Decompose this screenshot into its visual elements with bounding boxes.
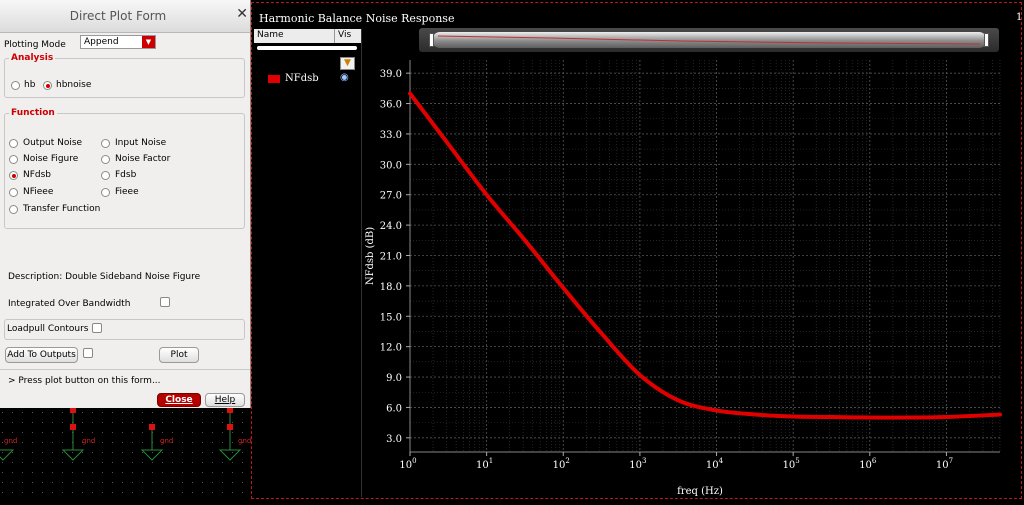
nfdsb-chart[interactable]: 3.0 6.0 9.0 12.0 15.0 18.0 21.0 24.0 27.0 30.0 33.… <box>0 0 1024 501</box>
data-point[interactable] <box>791 415 795 419</box>
y-tick-label: 15.0 <box>380 312 402 323</box>
x-tick-label: 100 <box>399 457 416 471</box>
x-tick-base: 10 <box>399 460 412 471</box>
y-tick-label: 21.0 <box>380 251 402 262</box>
data-point[interactable] <box>829 415 833 419</box>
data-point[interactable] <box>638 373 642 377</box>
data-point[interactable] <box>998 413 1002 417</box>
data-point[interactable] <box>408 91 412 95</box>
x-tick-exponent: 3 <box>642 457 646 465</box>
x-tick-exponent: 4 <box>719 457 724 465</box>
y-tick-label: 3.0 <box>386 434 402 445</box>
data-point[interactable] <box>906 416 910 420</box>
x-tick-label: 103 <box>629 457 646 471</box>
x-tick-label: 102 <box>553 457 570 471</box>
x-tick-label: 101 <box>476 457 493 471</box>
x-tick-base: 10 <box>936 460 949 471</box>
y-tick-label: 9.0 <box>386 373 402 384</box>
x-tick-label: 106 <box>859 457 877 471</box>
y-tick-label: 36.0 <box>380 100 402 111</box>
x-tick-base: 10 <box>783 460 796 471</box>
x-tick-label: 104 <box>706 457 724 471</box>
x-tick-exponent: 2 <box>565 457 569 465</box>
data-point[interactable] <box>944 415 948 419</box>
data-point[interactable] <box>485 193 489 197</box>
y-tick-label: 27.0 <box>380 191 402 202</box>
data-point[interactable] <box>753 413 757 417</box>
y-tick-label: 33.0 <box>380 130 402 141</box>
y-tick-label: 39.0 <box>380 69 402 80</box>
x-tick-label: 105 <box>783 457 800 471</box>
data-point[interactable] <box>676 398 680 402</box>
data-point[interactable] <box>523 238 527 242</box>
y-tick-label: 18.0 <box>380 282 402 293</box>
x-axis-label: freq (Hz) <box>677 486 723 497</box>
x-tick-base: 10 <box>476 460 489 471</box>
x-tick-exponent: 0 <box>412 457 416 465</box>
data-point[interactable] <box>600 331 604 335</box>
x-tick-base: 10 <box>553 460 566 471</box>
data-point[interactable] <box>715 408 719 412</box>
y-tick-label: 30.0 <box>380 160 402 171</box>
x-tick-exponent: 1 <box>489 457 493 465</box>
data-point[interactable] <box>561 286 565 290</box>
x-tick-exponent: 6 <box>872 457 877 465</box>
data-point[interactable] <box>868 416 872 420</box>
x-tick-exponent: 5 <box>795 457 799 465</box>
x-tick-base: 10 <box>629 460 642 471</box>
x-tick-exponent: 7 <box>949 457 953 465</box>
x-tick-label: 107 <box>936 457 953 471</box>
y-tick-label: 6.0 <box>386 403 402 414</box>
data-point[interactable] <box>446 142 450 146</box>
y-tick-label: 24.0 <box>380 221 402 232</box>
x-tick-base: 10 <box>859 460 872 471</box>
y-tick-label: 12.0 <box>380 343 402 354</box>
y-axis-label: NFdsb (dB) <box>365 227 376 285</box>
x-tick-base: 10 <box>706 460 719 471</box>
